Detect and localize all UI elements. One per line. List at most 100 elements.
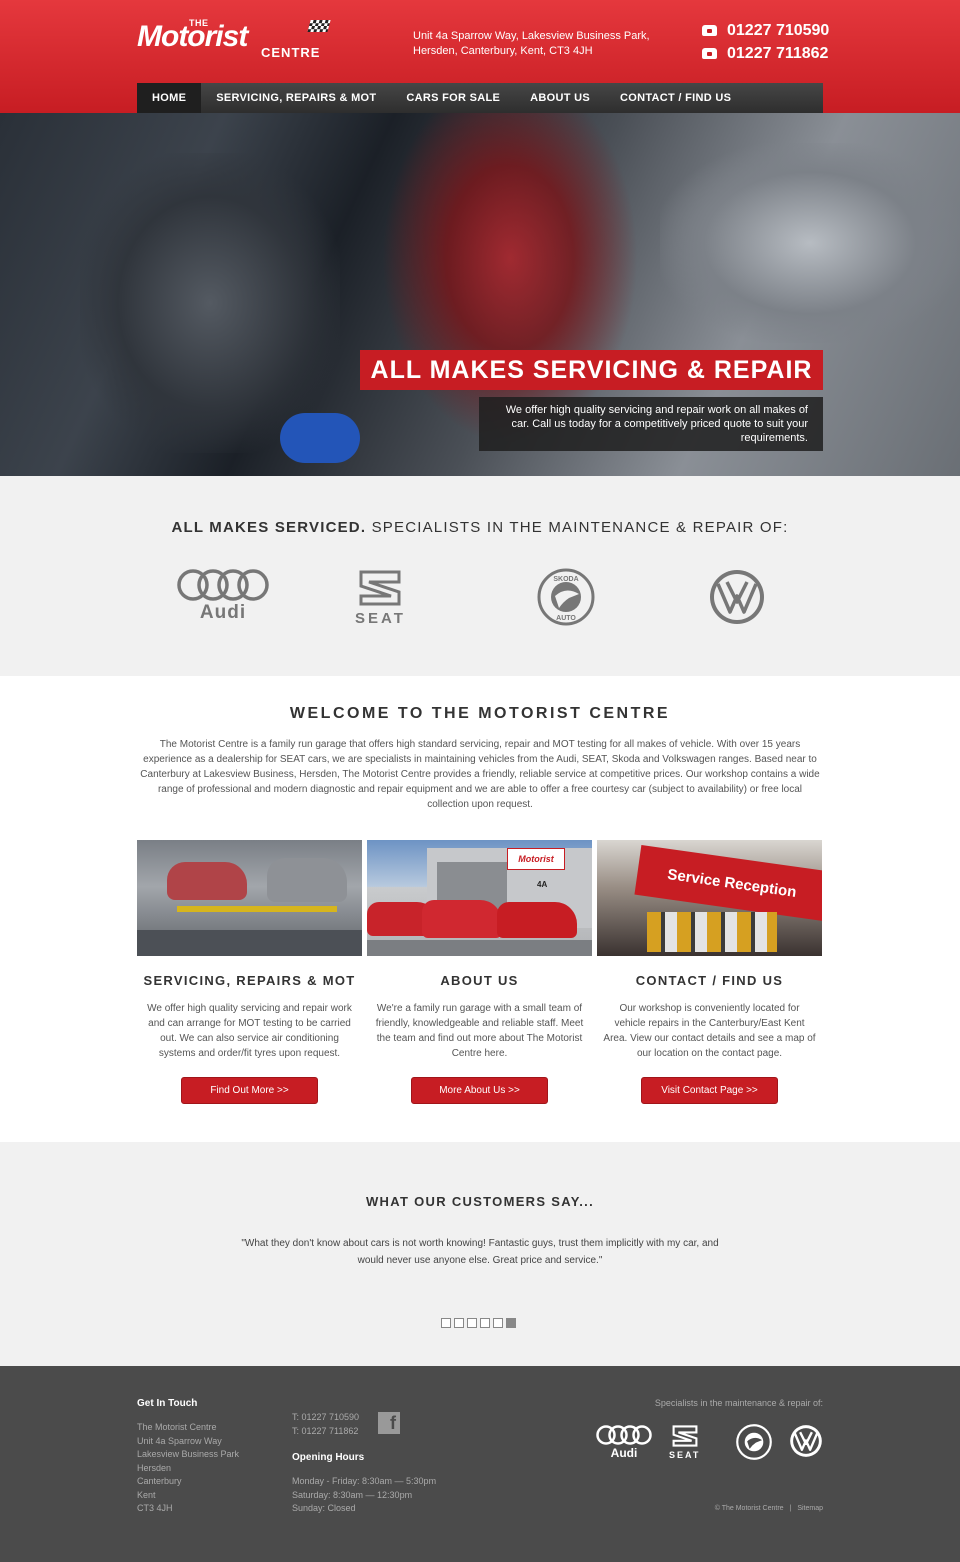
- skoda-arrow-icon: [736, 1424, 772, 1460]
- facebook-icon[interactable]: f: [378, 1412, 400, 1434]
- card-servicing-title: SERVICING, REPAIRS & MOT: [143, 973, 356, 988]
- telephone-icon: [702, 48, 717, 59]
- pager-dot[interactable]: [441, 1318, 451, 1328]
- volkswagen-icon: [710, 570, 764, 624]
- seat-s-icon: [359, 570, 401, 606]
- testimonial-pager: [441, 1318, 516, 1328]
- hours-line: Saturday: 8:30am — 12:30pm: [292, 1489, 413, 1500]
- seat-wordmark: SEAT: [355, 610, 406, 627]
- reception-sign: Service Reception: [634, 845, 822, 921]
- checkered-flag-icon: [307, 20, 331, 32]
- skoda-logo: SKODA AUTO: [537, 568, 595, 630]
- nav-contact[interactable]: CONTACT / FIND US: [605, 83, 746, 113]
- address-line: Unit 4a Sparrow Way: [137, 1435, 222, 1446]
- phone-1[interactable]: 01227 710590: [702, 19, 829, 42]
- nav-about-us[interactable]: ABOUT US: [515, 83, 605, 113]
- hero-mechanics-image: [80, 153, 340, 453]
- hero-engine-cover-image: [660, 143, 960, 343]
- card-contact-title: CONTACT / FIND US: [635, 973, 784, 988]
- welcome-text: The Motorist Centre is a family run gara…: [140, 739, 820, 810]
- seat-logo: SEAT: [355, 568, 406, 630]
- garage-building-photo: Motorist 4A: [367, 840, 592, 956]
- site-header: THE Motorist CENTRE Unit 4a Sparrow Way,…: [0, 0, 960, 113]
- pager-dot-active[interactable]: [506, 1318, 516, 1328]
- copyright: © The Motorist Centre: [714, 1505, 784, 1512]
- volkswagen-icon: [790, 1425, 822, 1457]
- opening-hours-heading: Opening Hours: [292, 1452, 365, 1463]
- card-about: Motorist 4A ABOUT US We're a family run …: [367, 840, 592, 1104]
- address-line-2: Hersden, Canterbury, Kent, CT3 4JH: [413, 45, 593, 57]
- welcome-title: WELCOME TO THE MOTORIST CENTRE: [289, 705, 671, 722]
- hero-text: We offer high quality servicing and repa…: [479, 397, 823, 451]
- audi-rings-icon: [177, 569, 269, 601]
- hours-line: Sunday: Closed: [292, 1503, 356, 1513]
- logo-centre: CENTRE: [261, 45, 321, 60]
- sitemap-link[interactable]: Sitemap: [797, 1505, 823, 1512]
- hours-line: Monday - Friday: 8:30am — 5:30pm: [292, 1476, 437, 1486]
- hero-glove-image: [280, 413, 360, 463]
- footer-tel-1[interactable]: T: 01227 710590: [292, 1411, 359, 1425]
- skoda-arrow-icon: SKODA AUTO: [537, 568, 595, 626]
- audi-wordmark: Audi: [199, 602, 247, 623]
- audi-logo: Audi: [176, 568, 270, 630]
- address-line: CT3 4JH: [137, 1503, 173, 1513]
- address-line: Kent: [137, 1489, 156, 1500]
- vw-logo: [708, 568, 766, 630]
- card-contact-text: Our workshop is conveniently located for…: [603, 1003, 816, 1059]
- pager-dot[interactable]: [480, 1318, 490, 1328]
- pager-dot[interactable]: [493, 1318, 503, 1328]
- phone-2[interactable]: 01227 711862: [702, 42, 829, 65]
- footer-separator: |: [789, 1505, 792, 1512]
- nav-servicing[interactable]: SERVICING, REPAIRS & MOT: [201, 83, 391, 113]
- header-address: Unit 4a Sparrow Way, Lakesview Business …: [413, 29, 650, 59]
- card-servicing: SERVICING, REPAIRS & MOT We offer high q…: [137, 840, 362, 1104]
- garage-sign: Motorist: [507, 848, 565, 870]
- workshop-photo: [137, 840, 362, 956]
- nav-home[interactable]: HOME: [137, 83, 202, 113]
- address-line: Hersden: [137, 1462, 172, 1473]
- skoda-bottom-text: AUTO: [556, 615, 576, 622]
- telephone-icon: [702, 25, 717, 36]
- header-phones: 01227 710590 01227 711862: [702, 19, 829, 65]
- main-nav: HOME SERVICING, REPAIRS & MOT CARS FOR S…: [137, 83, 823, 113]
- address-line: The Motorist Centre: [137, 1422, 217, 1432]
- phone-2-number: 01227 711862: [727, 44, 829, 62]
- visit-contact-page-button[interactable]: Visit Contact Page >>: [641, 1077, 778, 1104]
- footer-seat-logo: SEAT: [669, 1424, 700, 1460]
- address-line-1: Unit 4a Sparrow Way, Lakesview Business …: [413, 30, 650, 42]
- footer-vw-logo: [789, 1424, 823, 1458]
- address-line: Lakesview Business Park: [137, 1449, 240, 1459]
- nav-cars-for-sale[interactable]: CARS FOR SALE: [391, 83, 515, 113]
- brands-section: ALL MAKES SERVICED. SPECIALISTS IN THE M…: [0, 476, 960, 676]
- testimonials-section: WHAT OUR CUSTOMERS SAY... "What they don…: [0, 1142, 960, 1366]
- card-contact: Service Reception CONTACT / FIND US Our …: [597, 840, 822, 1104]
- card-about-text: We're a family run garage with a small t…: [375, 1003, 584, 1059]
- footer-audi-logo: Audi: [595, 1424, 653, 1460]
- footer-specialists-text: Specialists in the maintenance & repair …: [654, 1398, 823, 1408]
- welcome-section: WELCOME TO THE MOTORIST CENTRE The Motor…: [0, 676, 960, 1142]
- logo-main: Motorist: [137, 20, 248, 53]
- pager-dot[interactable]: [467, 1318, 477, 1328]
- footer-phones: T: 01227 710590 T: 01227 711862: [292, 1411, 359, 1438]
- seat-s-icon: [672, 1425, 698, 1447]
- find-out-more-button[interactable]: Find Out More >>: [181, 1077, 318, 1104]
- get-in-touch-heading: Get In Touch: [137, 1398, 198, 1409]
- footer-tel-2[interactable]: T: 01227 711862: [292, 1425, 359, 1439]
- footer-seat-wordmark: SEAT: [669, 1450, 701, 1460]
- more-about-us-button[interactable]: More About Us >>: [411, 1077, 548, 1104]
- footer-skoda-logo: [736, 1424, 772, 1460]
- logo[interactable]: THE Motorist CENTRE: [137, 18, 337, 62]
- brands-title-bold: ALL MAKES SERVICED.: [171, 519, 367, 536]
- card-about-title: ABOUT US: [440, 973, 519, 988]
- audi-rings-icon: [596, 1425, 652, 1445]
- phone-1-number: 01227 710590: [727, 21, 830, 39]
- card-servicing-text: We offer high quality servicing and repa…: [147, 1003, 352, 1059]
- footer-address: The Motorist Centre Unit 4a Sparrow Way …: [137, 1421, 239, 1516]
- footer-copyright-row: © The Motorist Centre | Sitemap: [600, 1505, 823, 1512]
- pager-dot[interactable]: [454, 1318, 464, 1328]
- footer-audi-wordmark: Audi: [610, 1446, 638, 1460]
- opening-hours: Monday - Friday: 8:30am — 5:30pm Saturda…: [292, 1475, 436, 1516]
- brands-title-rest: SPECIALISTS IN THE MAINTENANCE & REPAIR …: [366, 519, 789, 536]
- brands-title: ALL MAKES SERVICED. SPECIALISTS IN THE M…: [0, 519, 960, 536]
- testimonials-title: WHAT OUR CUSTOMERS SAY...: [365, 1194, 594, 1209]
